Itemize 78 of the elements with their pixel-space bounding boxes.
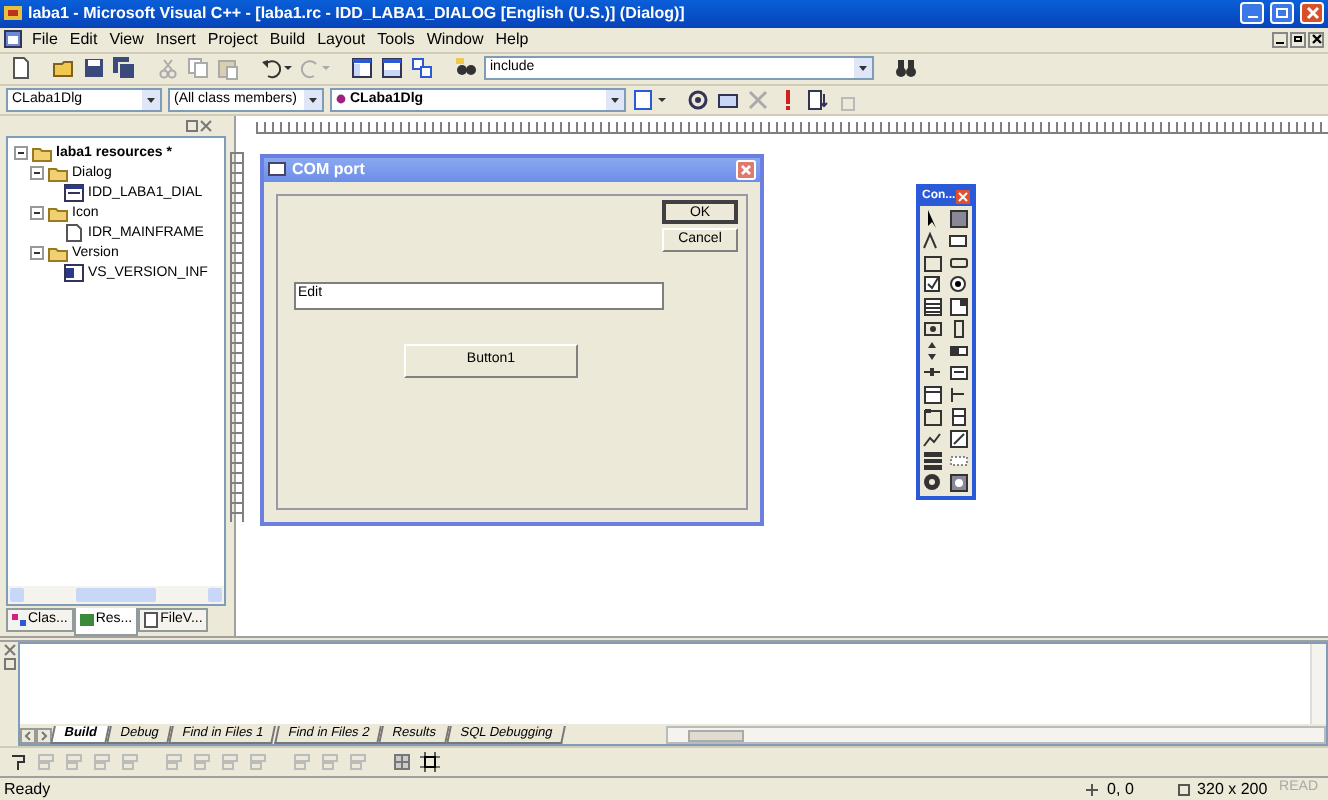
window-icon <box>268 162 286 177</box>
control-tool-icon[interactable] <box>947 471 969 492</box>
maximize-button[interactable] <box>1270 2 1294 25</box>
scroll-left-icon[interactable] <box>20 728 36 745</box>
control-tool-icon[interactable] <box>922 383 944 404</box>
control-tool-icon[interactable] <box>922 317 944 338</box>
control-tool-icon[interactable] <box>947 273 969 294</box>
open-folder-icon[interactable] <box>52 56 76 81</box>
window-title: laba1 - Microsoft Visual C++ - [laba1.rc - IDD_LABA1_DIALOG [English (U.S.)] (Dialog)] <box>28 1 685 26</box>
menu-item[interactable]: Build <box>269 27 306 52</box>
dialog-resource-icon <box>64 184 84 203</box>
window-list-icon[interactable] <box>410 56 434 81</box>
menu-item[interactable]: Layout <box>317 27 366 52</box>
restore-button[interactable] <box>1290 31 1306 48</box>
save-all-icon[interactable] <box>112 56 136 81</box>
file-icon <box>64 224 84 243</box>
new-file-icon[interactable] <box>8 56 32 81</box>
control-tool-icon[interactable] <box>947 295 969 316</box>
close-icon[interactable] <box>200 119 212 132</box>
control-tool-icon[interactable] <box>922 449 944 470</box>
horizontal-scrollbar[interactable] <box>666 726 1326 745</box>
version-resource-icon <box>64 264 84 283</box>
control-tool-icon[interactable] <box>947 383 969 404</box>
step-into-icon[interactable] <box>806 87 830 112</box>
close-icon[interactable] <box>3 644 15 657</box>
control-tool-icon[interactable] <box>922 405 944 426</box>
output-window-icon[interactable] <box>380 56 404 81</box>
menu-item[interactable]: Insert <box>155 27 196 52</box>
save-icon[interactable] <box>82 56 106 81</box>
app-icon <box>4 4 22 23</box>
scroll-right-icon[interactable] <box>36 728 52 745</box>
menu-item[interactable]: Tools <box>377 27 415 52</box>
menu-item[interactable]: Project <box>207 27 258 52</box>
folder-icon <box>48 245 68 262</box>
test-dialog-icon[interactable] <box>8 752 28 773</box>
collapse-icon[interactable] <box>14 146 28 161</box>
control-tool-icon[interactable] <box>922 295 944 316</box>
menu-item[interactable]: File <box>32 27 58 52</box>
vertical-scrollbar[interactable] <box>1310 644 1326 725</box>
control-tool-icon[interactable] <box>947 207 969 228</box>
control-tool-icon[interactable] <box>947 361 969 382</box>
dialog-title: COM port <box>292 157 365 182</box>
folder-icon <box>48 205 68 222</box>
class-view-icon <box>12 611 26 628</box>
close-icon <box>1305 6 1319 21</box>
control-tool-icon[interactable] <box>947 405 969 426</box>
status-message: Ready <box>4 777 51 800</box>
control-tool-icon[interactable] <box>947 427 969 448</box>
menu-item[interactable]: Help <box>495 27 529 52</box>
file-view-icon <box>144 611 159 628</box>
guides-icon[interactable] <box>420 752 440 773</box>
find-in-files-icon[interactable] <box>454 56 478 81</box>
close-button[interactable] <box>1308 31 1324 48</box>
document-icon[interactable] <box>4 30 22 49</box>
position-icon <box>1083 781 1100 798</box>
restore-icon[interactable] <box>186 119 198 132</box>
workspace-icon[interactable] <box>350 56 374 81</box>
menu-item[interactable]: Edit <box>69 27 98 52</box>
grid-icon[interactable] <box>392 752 412 773</box>
menu-item[interactable]: Window <box>426 27 484 52</box>
control-tool-icon[interactable] <box>922 273 944 294</box>
minimize-button[interactable] <box>1272 31 1288 48</box>
collapse-icon[interactable] <box>30 246 44 261</box>
control-tool-icon[interactable] <box>947 229 969 250</box>
collapse-icon[interactable] <box>30 166 44 181</box>
class-icon <box>336 94 346 105</box>
menu-item[interactable]: View <box>109 27 144 52</box>
restore-icon[interactable] <box>3 658 15 671</box>
selection-size: 320 x 200 <box>1195 777 1270 800</box>
control-tool-icon[interactable] <box>922 471 944 492</box>
compile-icon[interactable] <box>686 87 710 112</box>
cursor-position: 0, 0 <box>1105 777 1136 800</box>
size-icon <box>1175 781 1192 798</box>
undo-icon[interactable] <box>260 56 292 81</box>
control-tool-icon[interactable] <box>922 251 944 272</box>
horizontal-scrollbar[interactable] <box>8 585 224 604</box>
binoculars-icon[interactable] <box>894 56 918 81</box>
collapse-icon[interactable] <box>30 206 44 221</box>
